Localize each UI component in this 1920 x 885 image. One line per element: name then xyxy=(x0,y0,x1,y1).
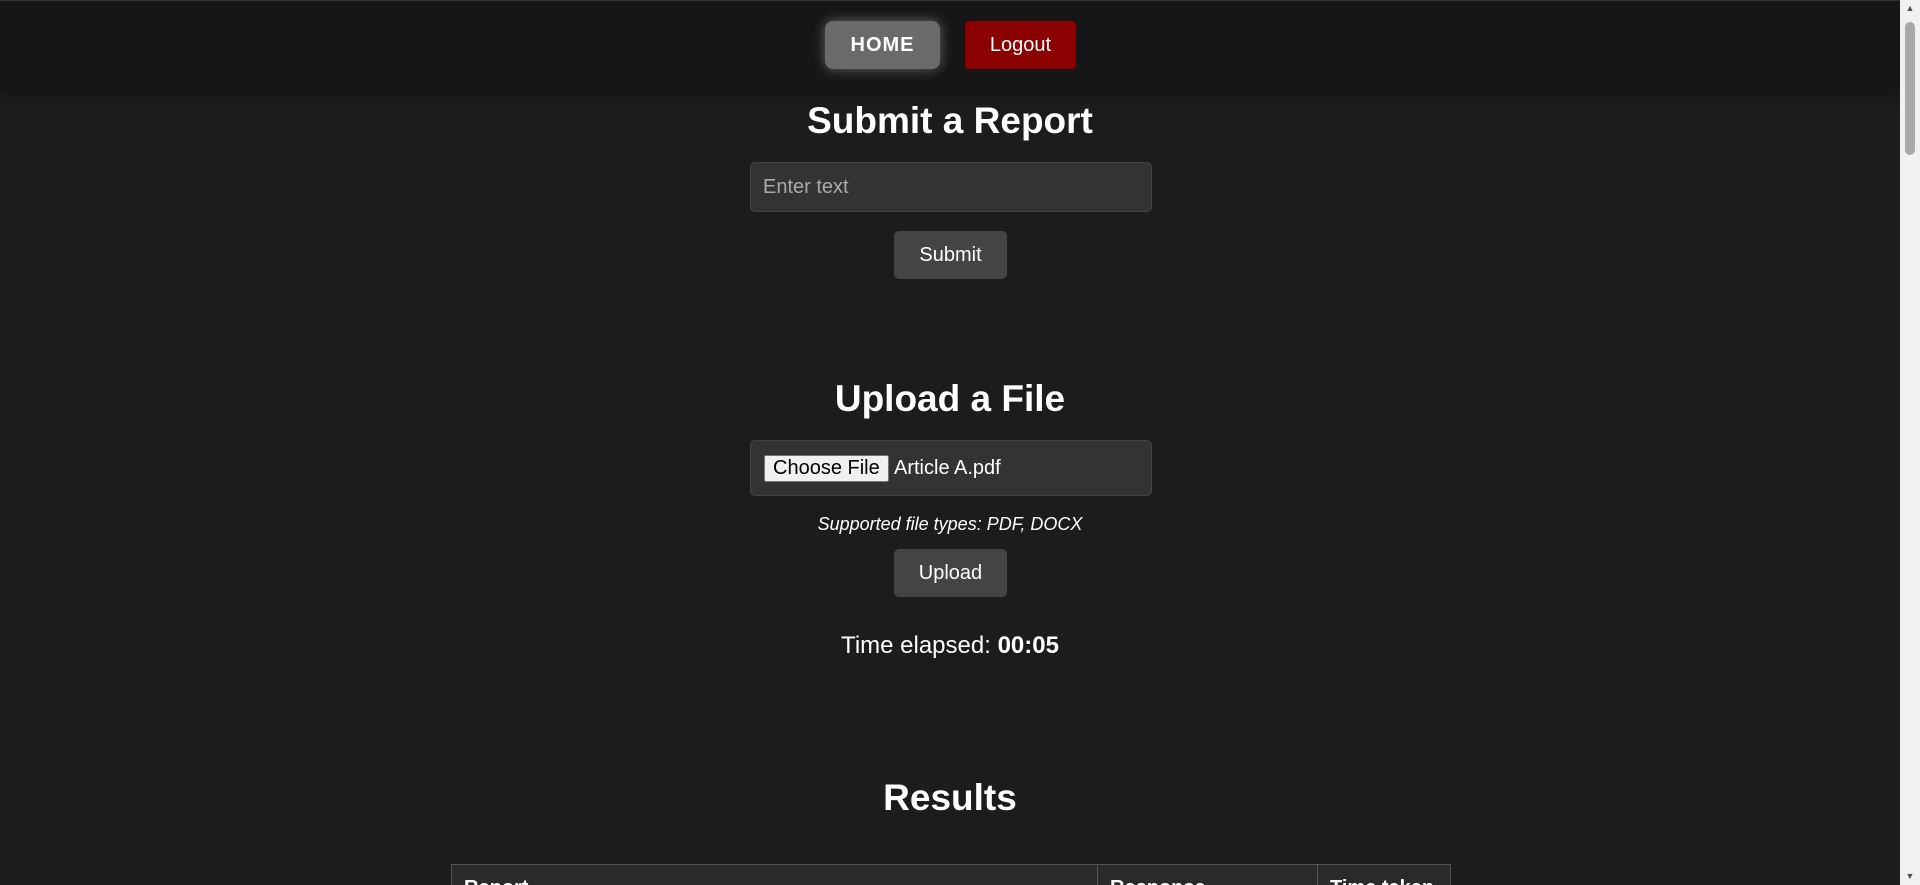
upload-file-title: Upload a File xyxy=(834,378,1066,419)
time-elapsed-label: Time elapsed: xyxy=(841,632,998,659)
time-elapsed-value: 00:05 xyxy=(997,632,1059,659)
scrollbar-thumb[interactable] xyxy=(1905,22,1915,155)
vertical-scrollbar[interactable]: ▲ ▼ xyxy=(1900,0,1920,885)
top-navigation-bar: HOME Logout xyxy=(0,0,1900,90)
report-text-input[interactable] xyxy=(750,162,1152,212)
supported-file-types-hint: Supported file types: PDF, DOCX xyxy=(817,514,1083,534)
upload-button[interactable]: Upload xyxy=(894,549,1007,597)
page: HOME Logout Submit a Report Submit Uploa… xyxy=(0,0,1920,885)
choose-file-button[interactable]: Choose File xyxy=(764,455,889,482)
results-header-time-taken: Time taken xyxy=(1318,865,1450,885)
submit-report-title: Submit a Report xyxy=(807,100,1093,141)
results-title: Results xyxy=(883,777,1017,818)
selected-file-name: Article A.pdf xyxy=(894,457,1001,479)
logout-button[interactable]: Logout xyxy=(965,21,1076,69)
scroll-down-arrow-icon[interactable]: ▼ xyxy=(1900,868,1920,885)
time-elapsed: Time elapsed: 00:05 xyxy=(0,632,1900,660)
scroll-up-arrow-icon[interactable]: ▲ xyxy=(1900,0,1920,17)
submit-button[interactable]: Submit xyxy=(894,231,1007,279)
file-input[interactable]: Choose File Article A.pdf xyxy=(750,440,1152,496)
results-header-response: Response xyxy=(1098,865,1318,885)
home-button[interactable]: HOME xyxy=(825,21,940,69)
results-table: Report Response Time taken xyxy=(451,864,1451,885)
results-header-report: Report xyxy=(452,865,1098,885)
